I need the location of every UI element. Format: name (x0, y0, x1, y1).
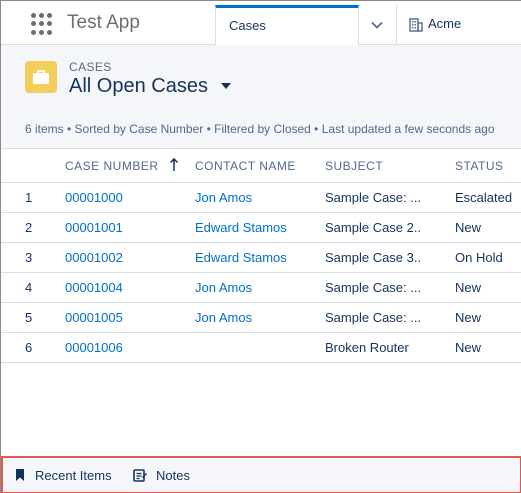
note-icon (133, 469, 147, 482)
row-number: 5 (25, 310, 33, 325)
contact-name-link[interactable]: Edward Stamos (195, 250, 287, 265)
case-number-link[interactable]: 00001005 (65, 310, 123, 325)
contact-name-link[interactable]: Jon Amos (195, 280, 252, 295)
table-row: 2 00001001 Edward Stamos Sample Case 2..… (1, 213, 521, 243)
list-view-header: CASES All Open Cases 6 items • Sorted by… (1, 45, 521, 149)
table-row: 6 00001006 Broken Router New (1, 333, 521, 363)
case-number-link[interactable]: 00001004 (65, 280, 123, 295)
subject-cell: Sample Case: ... (325, 310, 421, 325)
contact-name-link[interactable]: Edward Stamos (195, 220, 287, 235)
table-row: 1 00001000 Jon Amos Sample Case: ... Esc… (1, 183, 521, 213)
case-number-link[interactable]: 00001001 (65, 220, 123, 235)
status-cell: New (455, 280, 482, 295)
row-number: 3 (25, 250, 33, 265)
status-cell: New (455, 340, 482, 355)
column-header-status[interactable]: STATUS (455, 159, 504, 173)
app-window: Test App Cases Acme CASES All Open Cases… (0, 0, 521, 493)
subject-cell: Sample Case: ... (325, 190, 421, 205)
status-cell: Escalated (455, 190, 513, 205)
case-icon (25, 61, 57, 93)
tab-menu-button[interactable] (359, 5, 397, 45)
column-header-case-number[interactable]: CASE NUMBER (65, 159, 159, 173)
row-number: 2 (25, 220, 33, 235)
case-number-link[interactable]: 00001000 (65, 190, 123, 205)
subject-cell: Sample Case: ... (325, 280, 421, 295)
contact-name-link[interactable]: Jon Amos (195, 310, 252, 325)
row-number: 6 (25, 340, 33, 355)
list-view-meta: 6 items • Sorted by Case Number • Filter… (25, 122, 495, 136)
status-cell: New (455, 220, 482, 235)
subject-cell: Sample Case 3... (325, 250, 421, 265)
row-number: 4 (25, 280, 33, 295)
case-number-link[interactable]: 00001002 (65, 250, 123, 265)
app-launcher-icon[interactable] (31, 13, 53, 35)
tab-label: Cases (229, 18, 266, 33)
object-label: CASES (69, 60, 112, 74)
utility-bar: Recent Items Notes (1, 456, 521, 493)
chevron-down-icon (371, 21, 383, 29)
list-view-title[interactable]: All Open Cases (69, 75, 208, 98)
tab-cases[interactable]: Cases (215, 5, 359, 45)
subject-cell: Sample Case 2... (325, 220, 421, 235)
table-header: CASE NUMBER CONTACT NAME SUBJECT STATUS (1, 150, 521, 183)
contact-name-link[interactable]: Jon Amos (195, 190, 252, 205)
sort-ascending-icon[interactable] (169, 158, 179, 172)
subject-cell: Broken Router (325, 340, 409, 355)
tab-acme[interactable]: Acme (397, 5, 521, 45)
utility-item-label: Notes (156, 468, 190, 483)
row-number: 1 (25, 190, 33, 205)
column-header-contact-name[interactable]: CONTACT NAME (195, 159, 296, 173)
status-cell: On Hold (455, 250, 503, 265)
utility-item-notes[interactable]: Notes (133, 467, 203, 485)
table-row: 3 00001002 Edward Stamos Sample Case 3..… (1, 243, 521, 273)
case-number-link[interactable]: 00001006 (65, 340, 123, 355)
top-nav: Test App Cases Acme (1, 1, 521, 45)
column-header-subject[interactable]: SUBJECT (325, 159, 383, 173)
caret-down-icon[interactable] (220, 81, 232, 91)
utility-item-recent-items[interactable]: Recent Items (15, 467, 115, 485)
tab-label: Acme (428, 16, 462, 31)
utility-item-label: Recent Items (35, 468, 112, 483)
status-cell: New (455, 310, 482, 325)
table-row: 4 00001004 Jon Amos Sample Case: ... New (1, 273, 521, 303)
building-icon (409, 18, 423, 32)
table-row: 5 00001005 Jon Amos Sample Case: ... New (1, 303, 521, 333)
app-name: Test App (67, 12, 140, 33)
bookmark-icon (16, 469, 24, 481)
